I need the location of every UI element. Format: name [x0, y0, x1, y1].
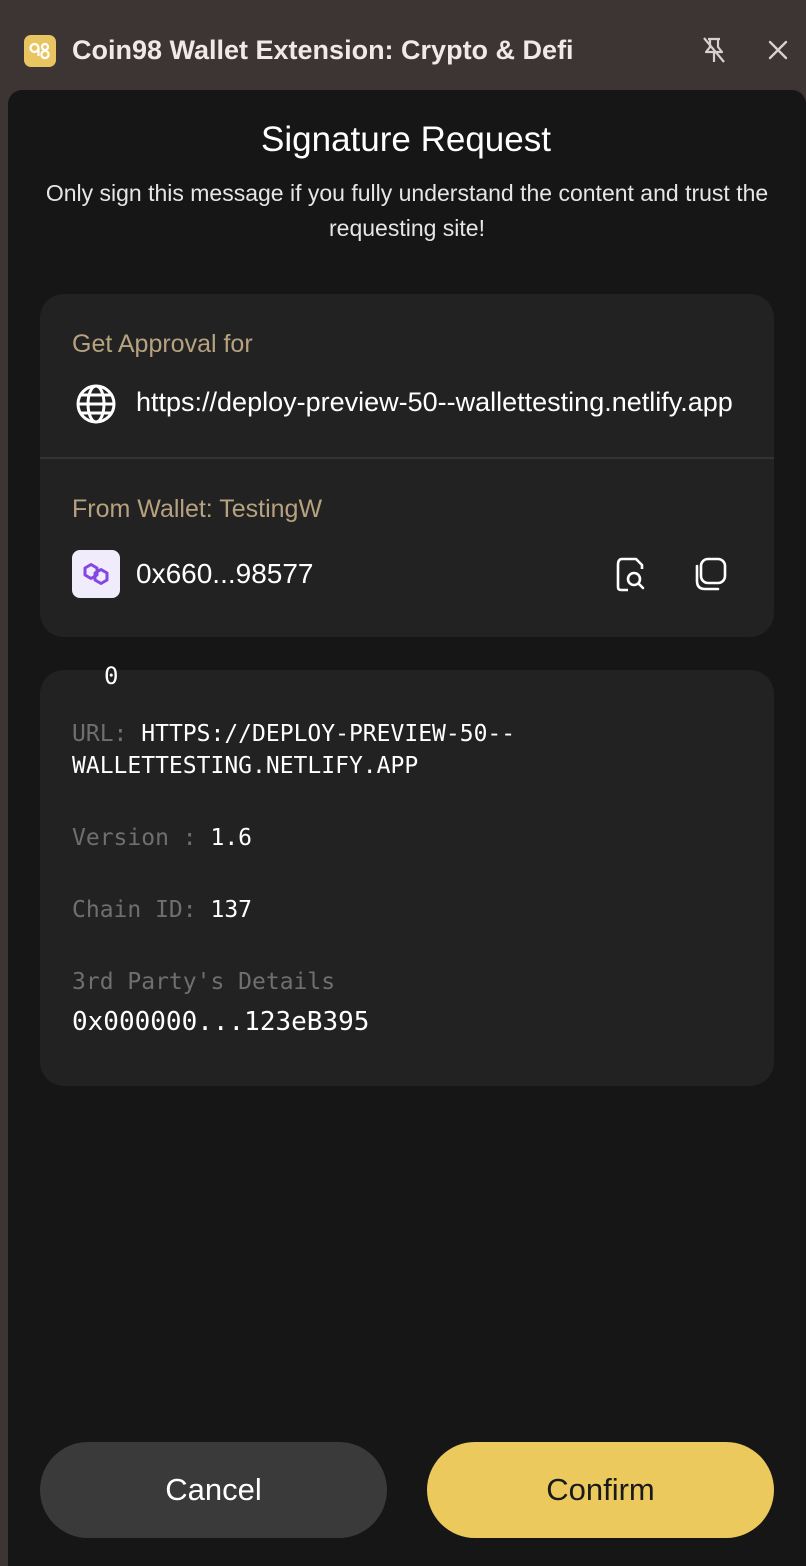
message-clipped-text: 0: [104, 662, 119, 690]
coin98-logo-icon: [24, 35, 56, 67]
close-button[interactable]: [760, 32, 796, 68]
globe-icon: [76, 384, 116, 424]
message-chain-label: Chain ID:: [72, 897, 197, 923]
cancel-button[interactable]: Cancel: [40, 1442, 387, 1538]
copy-address-button[interactable]: [690, 552, 730, 596]
page-title: Signature Request: [261, 120, 551, 159]
copy-icon: [695, 557, 727, 591]
window-titlebar: Coin98 Wallet Extension: Crypto & Defi: [0, 0, 806, 90]
message-version-line: Version : 1.6: [72, 822, 252, 854]
confirm-button[interactable]: Confirm: [427, 1442, 774, 1538]
close-icon: [768, 40, 788, 60]
message-url-value: HTTPS://DEPLOY-PREVIEW-50--: [141, 721, 516, 747]
requesting-site-url: https://deploy-preview-50--wallettesting…: [136, 387, 733, 417]
polygon-icon: [72, 550, 120, 598]
explorer-search-icon: [616, 557, 645, 592]
message-version-label: Version :: [72, 825, 197, 851]
wallet-address: 0x660...98577: [136, 558, 314, 589]
warning-text: Only sign this message if you fully unde…: [45, 180, 769, 241]
divider: [40, 457, 774, 459]
view-on-explorer-button[interactable]: [610, 552, 650, 596]
message-url-line: URL: HTTPS://DEPLOY-PREVIEW-50--: [72, 718, 515, 750]
message-third-party-label: 3rd Party's Details: [72, 969, 336, 995]
message-third-party-value: 0x000000...123eB395: [72, 1007, 370, 1037]
message-chain-line: Chain ID: 137: [72, 894, 252, 926]
message-url-value-cont: WALLETTESTING.NETLIFY.APP: [72, 753, 419, 779]
wallet-label: From Wallet: TestingW: [72, 495, 323, 523]
approval-label: Get Approval for: [72, 330, 253, 358]
message-version-value: 1.6: [210, 825, 253, 851]
message-url-label: URL:: [72, 721, 128, 747]
message-chain-value: 137: [210, 897, 253, 923]
unpin-button[interactable]: [696, 32, 732, 68]
pin-off-icon: [703, 37, 725, 63]
window-title: Coin98 Wallet Extension: Crypto & Defi: [72, 35, 574, 65]
